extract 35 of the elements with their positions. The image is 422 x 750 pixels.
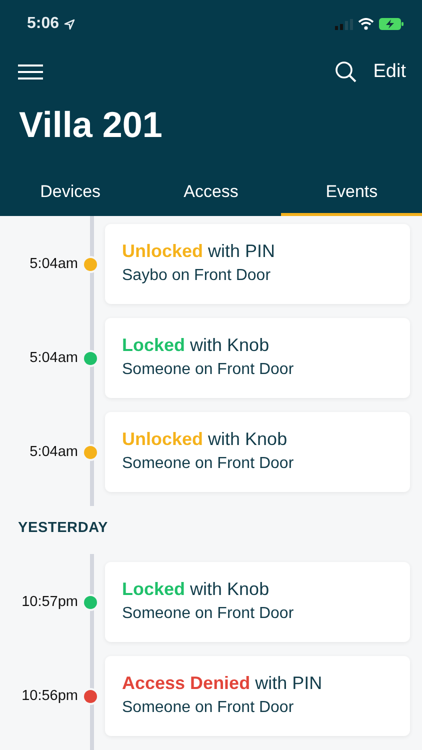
event-title: Locked with Knob (122, 579, 270, 600)
event-time: 5:04am (28, 256, 78, 272)
event-detail: Someone on Front Door (122, 361, 295, 379)
location-arrow-icon (64, 18, 76, 30)
event-card[interactable]: Unlocked with Knob Someone on Front Door (105, 412, 410, 492)
signal-icon (335, 18, 353, 30)
search-icon (335, 61, 358, 83)
event-detail: Someone on Front Door (122, 605, 295, 623)
menu-icon (18, 64, 43, 80)
status-time: 5:06 (27, 15, 60, 33)
event-time: 5:04am (28, 350, 78, 366)
edit-button[interactable]: Edit (373, 61, 406, 83)
event-title: Locked with Knob (122, 335, 270, 356)
section-heading: YESTERDAY (17, 519, 109, 538)
event-title: Unlocked with Knob (122, 429, 288, 450)
event-detail: Someone on Front Door (122, 455, 295, 473)
event-title: Access Denied with PIN (122, 673, 324, 694)
event-card[interactable]: Locked with Knob Someone on Front Door (105, 318, 410, 398)
event-detail: Saybo on Front Door (122, 267, 272, 285)
menu-button[interactable] (18, 64, 43, 80)
battery-icon (379, 18, 404, 30)
page-title: Villa 201 (18, 103, 164, 147)
event-time: 10:56pm (20, 688, 78, 704)
event-title: Unlocked with PIN (122, 241, 276, 262)
event-card[interactable]: Unlocked with PIN Saybo on Front Door (105, 224, 410, 304)
tab[interactable]: Devices (0, 170, 141, 216)
event-card[interactable]: Access Denied with PIN Someone on Front Door (105, 656, 410, 736)
event-detail: Someone on Front Door (122, 699, 295, 717)
event-time: 10:57pm (20, 594, 78, 610)
event-card[interactable]: Locked with Knob Someone on Front Door (105, 562, 410, 642)
wifi-icon (358, 18, 374, 30)
search-button[interactable] (335, 61, 358, 83)
tab[interactable]: Access (140, 170, 282, 216)
event-time: 5:04am (28, 444, 78, 460)
tab[interactable]: Events (281, 170, 422, 216)
